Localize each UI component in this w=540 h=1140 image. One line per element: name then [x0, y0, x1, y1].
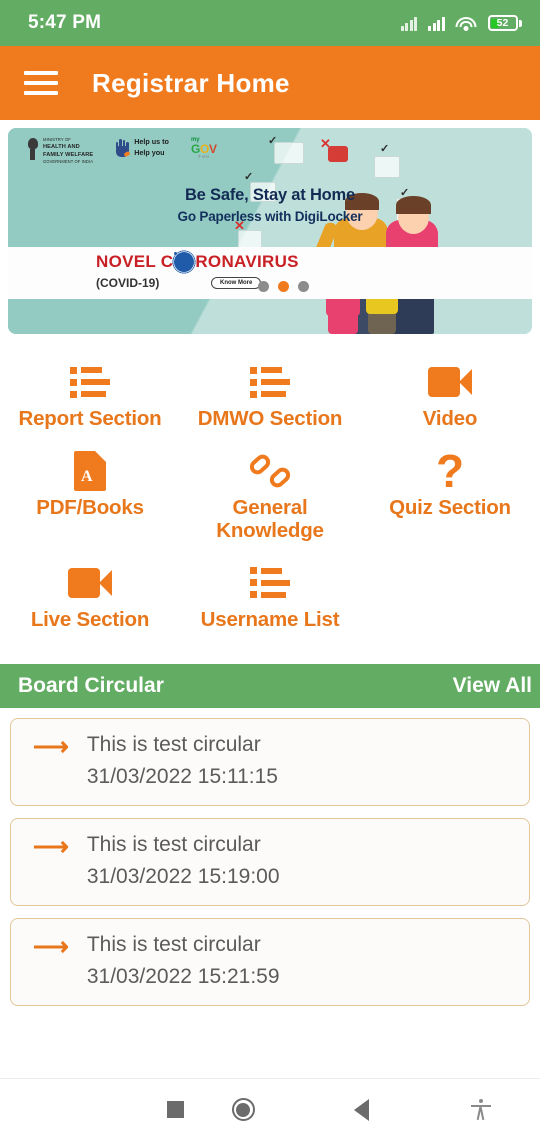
accessibility-button[interactable] — [421, 1098, 540, 1121]
arrow-right-icon: ⟶ — [33, 732, 69, 761]
carousel-dot-2[interactable] — [278, 281, 289, 292]
app-bar: Registrar Home — [0, 46, 540, 120]
wifi-icon — [455, 15, 477, 31]
link-chain-icon — [246, 449, 294, 493]
grid-item-live-section[interactable]: Live Section — [0, 555, 180, 644]
list-icon — [250, 561, 290, 605]
circular-date: 31/03/2022 15:21:59 — [86, 964, 280, 988]
circular-date: 31/03/2022 15:19:00 — [86, 864, 280, 888]
status-bar: 5:47 PM 52 — [0, 0, 540, 46]
question-mark-icon: ? — [435, 444, 465, 497]
arrow-right-icon: ⟶ — [33, 832, 69, 861]
scroll-content[interactable]: ✓ ✕ ✓ ✓ ✓ ✕ ✕ ✓ — [0, 120, 540, 1078]
grid-item-dmwo-section[interactable]: DMWO Section — [180, 354, 360, 443]
banner-carousel[interactable]: ✓ ✕ ✓ ✓ ✓ ✕ ✕ ✓ — [0, 120, 540, 334]
grid-item-empty — [360, 555, 540, 644]
battery-percent: 52 — [496, 16, 509, 29]
page-title: Registrar Home — [92, 67, 290, 98]
carousel-dots[interactable] — [258, 281, 309, 292]
covid-title-pre: NOVEL C — [96, 252, 174, 271]
feature-grid-row-2: A PDF/Books General Knowledge ? Quiz Sec… — [0, 443, 540, 555]
hand-icon — [115, 139, 131, 157]
circular-card[interactable]: ⟶ This is test circular 31/03/2022 15:11… — [10, 717, 530, 806]
ministry-line-3: FAMILY WELFARE — [43, 152, 94, 159]
grid-item-label: Report Section — [18, 407, 162, 430]
signal-bars-icon — [400, 15, 417, 31]
grid-item-label: PDF/Books — [36, 495, 144, 519]
video-camera-icon — [68, 561, 112, 605]
status-icons: 52 — [400, 15, 522, 31]
grid-item-label: Username List — [200, 607, 340, 631]
board-circular-title: Board Circular — [18, 673, 164, 697]
battery-icon: 52 — [487, 15, 522, 31]
system-navigation-bar — [0, 1078, 540, 1140]
back-button[interactable] — [303, 1098, 422, 1121]
status-time: 5:47 PM — [28, 12, 102, 33]
signal-bars-icon-2 — [428, 15, 445, 31]
board-circular-list: ⟶ This is test circular 31/03/2022 15:11… — [0, 708, 540, 1006]
grid-item-report-section[interactable]: Report Section — [0, 354, 180, 443]
banner-illustration: ✓ ✕ ✓ ✓ ✓ ✕ ✕ ✓ — [234, 128, 532, 334]
board-circular-header: Board Circular View All — [0, 663, 540, 708]
banner-subheadline: Go Paperless with DigiLocker — [177, 209, 363, 224]
carousel-dot-3[interactable] — [298, 281, 309, 292]
list-icon — [70, 360, 110, 404]
covid-title-post: RONAVIRUS — [195, 252, 299, 271]
mygov-gov-text: GOV — [190, 142, 217, 156]
home-button[interactable] — [184, 1098, 303, 1121]
recents-square-icon — [166, 1101, 184, 1118]
grid-item-general-knowledge[interactable]: General Knowledge — [180, 443, 360, 555]
grid-item-video[interactable]: Video — [360, 354, 540, 443]
feature-grid-row-1: Report Section DMWO Section Video — [0, 354, 540, 443]
know-more-button[interactable]: Know More — [211, 277, 262, 289]
help-us-logo: Help us to Help you — [115, 137, 169, 159]
grid-item-label: Video — [422, 407, 478, 430]
feature-grid-row-3: Live Section Username List — [0, 555, 540, 644]
banner-headline-group: Be Safe, Stay at Home Go Paperless with … — [8, 186, 532, 224]
help-line-2: Help you — [134, 147, 165, 157]
circular-card[interactable]: ⟶ This is test circular 31/03/2022 15:19… — [10, 817, 530, 906]
view-all-button[interactable]: View All — [453, 674, 532, 698]
national-emblem-icon — [26, 138, 39, 164]
list-icon — [250, 360, 290, 404]
grid-item-label: DMWO Section — [197, 407, 343, 430]
back-triangle-icon — [354, 1098, 370, 1121]
banner-headline: Be Safe, Stay at Home — [184, 186, 356, 204]
coronavirus-icon — [171, 249, 198, 275]
grid-item-username-list[interactable]: Username List — [180, 555, 360, 644]
covid-title: NOVEL C RONAVIRUS — [96, 249, 299, 275]
carousel-dot-1[interactable] — [258, 281, 269, 292]
grid-item-label: General Knowledge — [216, 495, 324, 542]
pdf-file-icon: A — [74, 449, 106, 493]
accessibility-icon — [470, 1098, 491, 1121]
video-camera-icon — [428, 360, 472, 404]
hamburger-menu-icon[interactable] — [24, 71, 58, 95]
mygov-logo: my GOV मैं भारत — [191, 137, 217, 160]
ministry-line-2: HEALTH AND — [43, 144, 80, 151]
home-circle-icon — [231, 1098, 255, 1121]
arrow-right-icon: ⟶ — [33, 932, 69, 961]
circular-title: This is test circular — [86, 832, 261, 856]
app-screen: 5:47 PM 52 Registrar Home ✓ ✕ ✓ ✓ ✓ ✕ MI… — [0, 0, 540, 1140]
help-line-1: Help us to — [134, 137, 169, 146]
circular-date: 31/03/2022 15:11:15 — [86, 764, 278, 788]
grid-item-quiz-section[interactable]: ? Quiz Section — [360, 443, 540, 555]
banner-logos: MINISTRY OF HEALTH AND FAMILY WELFARE GO… — [26, 137, 217, 165]
circular-title: This is test circular — [86, 732, 261, 756]
ministry-line-4: GOVERNMENT OF INDIA — [43, 159, 94, 165]
ministry-health-logo: MINISTRY OF HEALTH AND FAMILY WELFARE GO… — [26, 137, 93, 165]
circular-card[interactable]: ⟶ This is test circular 31/03/2022 15:21… — [10, 917, 530, 1006]
grid-item-label: Quiz Section — [389, 495, 511, 519]
banner-slide[interactable]: ✓ ✕ ✓ ✓ ✓ ✕ ✕ ✓ — [8, 128, 532, 334]
circular-title: This is test circular — [86, 932, 261, 956]
recents-button[interactable] — [0, 1101, 184, 1118]
grid-item-pdf-books[interactable]: A PDF/Books — [0, 443, 180, 555]
feature-grid: Report Section DMWO Section Video A PDF/… — [0, 334, 540, 650]
grid-item-label: Live Section — [30, 607, 150, 631]
